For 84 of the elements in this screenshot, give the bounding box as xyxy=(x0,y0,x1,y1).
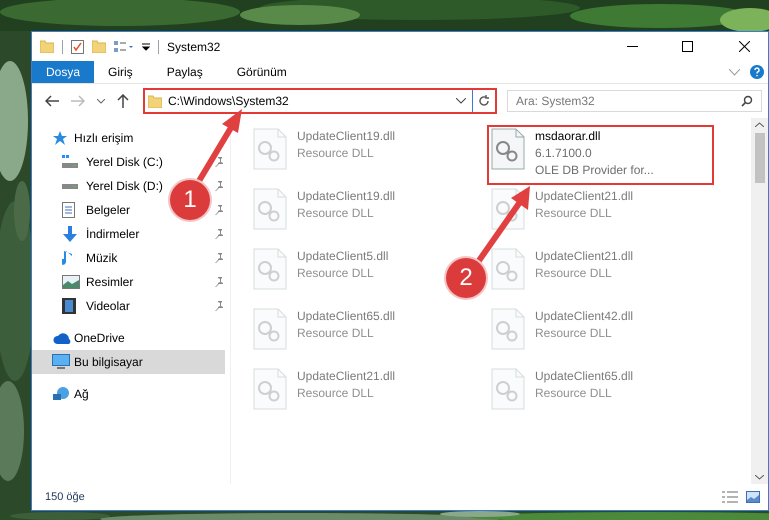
file-detail: Resource DLL xyxy=(297,265,375,282)
file-gear-icon[interactable] xyxy=(491,128,525,170)
sidebar-label: Hızlı erişim xyxy=(74,130,134,147)
drive-icon xyxy=(62,184,78,188)
pin-icon[interactable] xyxy=(214,229,224,239)
sidebar-item[interactable]: Videolar xyxy=(86,297,214,315)
file-name[interactable]: UpdateClient19.dll xyxy=(297,128,396,145)
up-arrow-icon[interactable] xyxy=(117,94,129,108)
sidebar-item[interactable]: OneDrive xyxy=(32,326,230,350)
network-icon xyxy=(52,386,70,402)
download-arrow-icon xyxy=(62,226,78,242)
window-title: System32 xyxy=(167,38,220,56)
file-name[interactable]: UpdateClient21.dll xyxy=(535,248,634,265)
ribbon-tab[interactable]: Giriş xyxy=(94,61,147,83)
file-name[interactable]: UpdateClient42.dll xyxy=(535,308,634,325)
pin-icon[interactable] xyxy=(214,253,224,263)
sidebar-item[interactable]: Hızlı erişim xyxy=(32,126,230,150)
forward-arrow-icon[interactable] xyxy=(71,95,85,107)
help-icon[interactable] xyxy=(750,65,764,79)
sidebar-item[interactable]: Ağ xyxy=(32,382,230,406)
file-name[interactable]: msdaorar.dll xyxy=(535,128,654,145)
item-count: 150 öğe xyxy=(45,490,85,505)
pin-icon[interactable] xyxy=(214,301,224,311)
sidebar-label: Bu bilgisayar xyxy=(74,354,143,371)
file-detail: Resource DLL xyxy=(535,385,613,402)
search-placeholder: Ara: System32 xyxy=(516,93,595,110)
sidebar-item[interactable]: Yerel Disk (C:) xyxy=(86,153,214,171)
sidebar-item[interactable]: Resimler xyxy=(86,273,214,291)
sidebar-item[interactable]: İndirmeler xyxy=(86,225,214,243)
file-detail: Resource DLL xyxy=(535,205,613,222)
address-field[interactable]: C:\Windows\System32 xyxy=(143,88,497,114)
scroll-thumb[interactable] xyxy=(754,133,764,183)
music-note-icon xyxy=(62,250,74,266)
refresh-icon[interactable] xyxy=(478,95,490,107)
new-folder-icon[interactable] xyxy=(92,40,106,53)
monitor-icon xyxy=(52,354,70,370)
search-field[interactable]: Ara: System32 xyxy=(507,90,762,112)
file-name[interactable]: UpdateClient19.dll xyxy=(297,188,396,205)
sidebar-label: Ağ xyxy=(74,386,89,403)
search-icon[interactable] xyxy=(741,95,753,107)
sidebar-label: OneDrive xyxy=(74,330,125,347)
file-detail: Resource DLL xyxy=(297,145,375,162)
star-icon xyxy=(52,130,68,146)
scroll-down-icon[interactable] xyxy=(755,475,764,480)
file-name[interactable]: UpdateClient21.dll xyxy=(535,188,634,205)
file-detail: Resource DLL xyxy=(535,265,613,282)
pin-icon[interactable] xyxy=(214,157,224,167)
cloud-icon xyxy=(52,332,72,344)
file-detail: 6.1.7100.0 xyxy=(535,145,593,162)
chevron-down-icon[interactable] xyxy=(97,98,105,104)
details-view-icon[interactable] xyxy=(722,491,738,503)
file-detail: OLE DB Provider for... xyxy=(535,162,654,179)
sidebar-item[interactable]: Müzik xyxy=(86,249,214,267)
pin-icon[interactable] xyxy=(214,277,224,287)
scroll-up-icon[interactable] xyxy=(755,122,764,127)
dropdown-icon[interactable] xyxy=(142,42,150,50)
file-detail: Resource DLL xyxy=(535,325,613,342)
ribbon-tab[interactable]: Görünüm xyxy=(222,61,301,83)
address-path: C:\Windows\System32 xyxy=(168,93,289,110)
large-icons-view-icon[interactable] xyxy=(746,491,760,503)
maximize-icon[interactable] xyxy=(682,41,693,52)
file-detail: Resource DLL xyxy=(297,385,375,402)
document-icon xyxy=(62,202,75,218)
picture-icon xyxy=(62,275,80,289)
file-name[interactable]: UpdateClient65.dll xyxy=(535,368,634,385)
folder-icon[interactable] xyxy=(40,40,54,53)
ribbon-tab[interactable]: Paylaş xyxy=(152,61,217,83)
sidebar-item[interactable]: Bu bilgisayar xyxy=(32,350,225,374)
film-icon xyxy=(62,298,76,314)
close-icon[interactable] xyxy=(739,41,750,52)
file-detail: Resource DLL xyxy=(297,205,375,222)
back-arrow-icon[interactable] xyxy=(45,95,59,107)
pin-icon[interactable] xyxy=(214,205,224,215)
properties-icon[interactable] xyxy=(71,40,84,54)
file-name[interactable]: UpdateClient21.dll xyxy=(297,368,396,385)
file-detail: Resource DLL xyxy=(297,325,375,342)
folder-icon xyxy=(148,94,162,108)
drive-icon xyxy=(62,155,78,169)
pin-icon[interactable] xyxy=(214,181,224,191)
chevron-down-icon[interactable] xyxy=(456,98,466,104)
file-name[interactable]: UpdateClient5.dll xyxy=(297,248,388,265)
scrollbar[interactable] xyxy=(751,118,768,484)
file-name[interactable]: UpdateClient65.dll xyxy=(297,308,396,325)
view-icon[interactable] xyxy=(114,40,134,52)
